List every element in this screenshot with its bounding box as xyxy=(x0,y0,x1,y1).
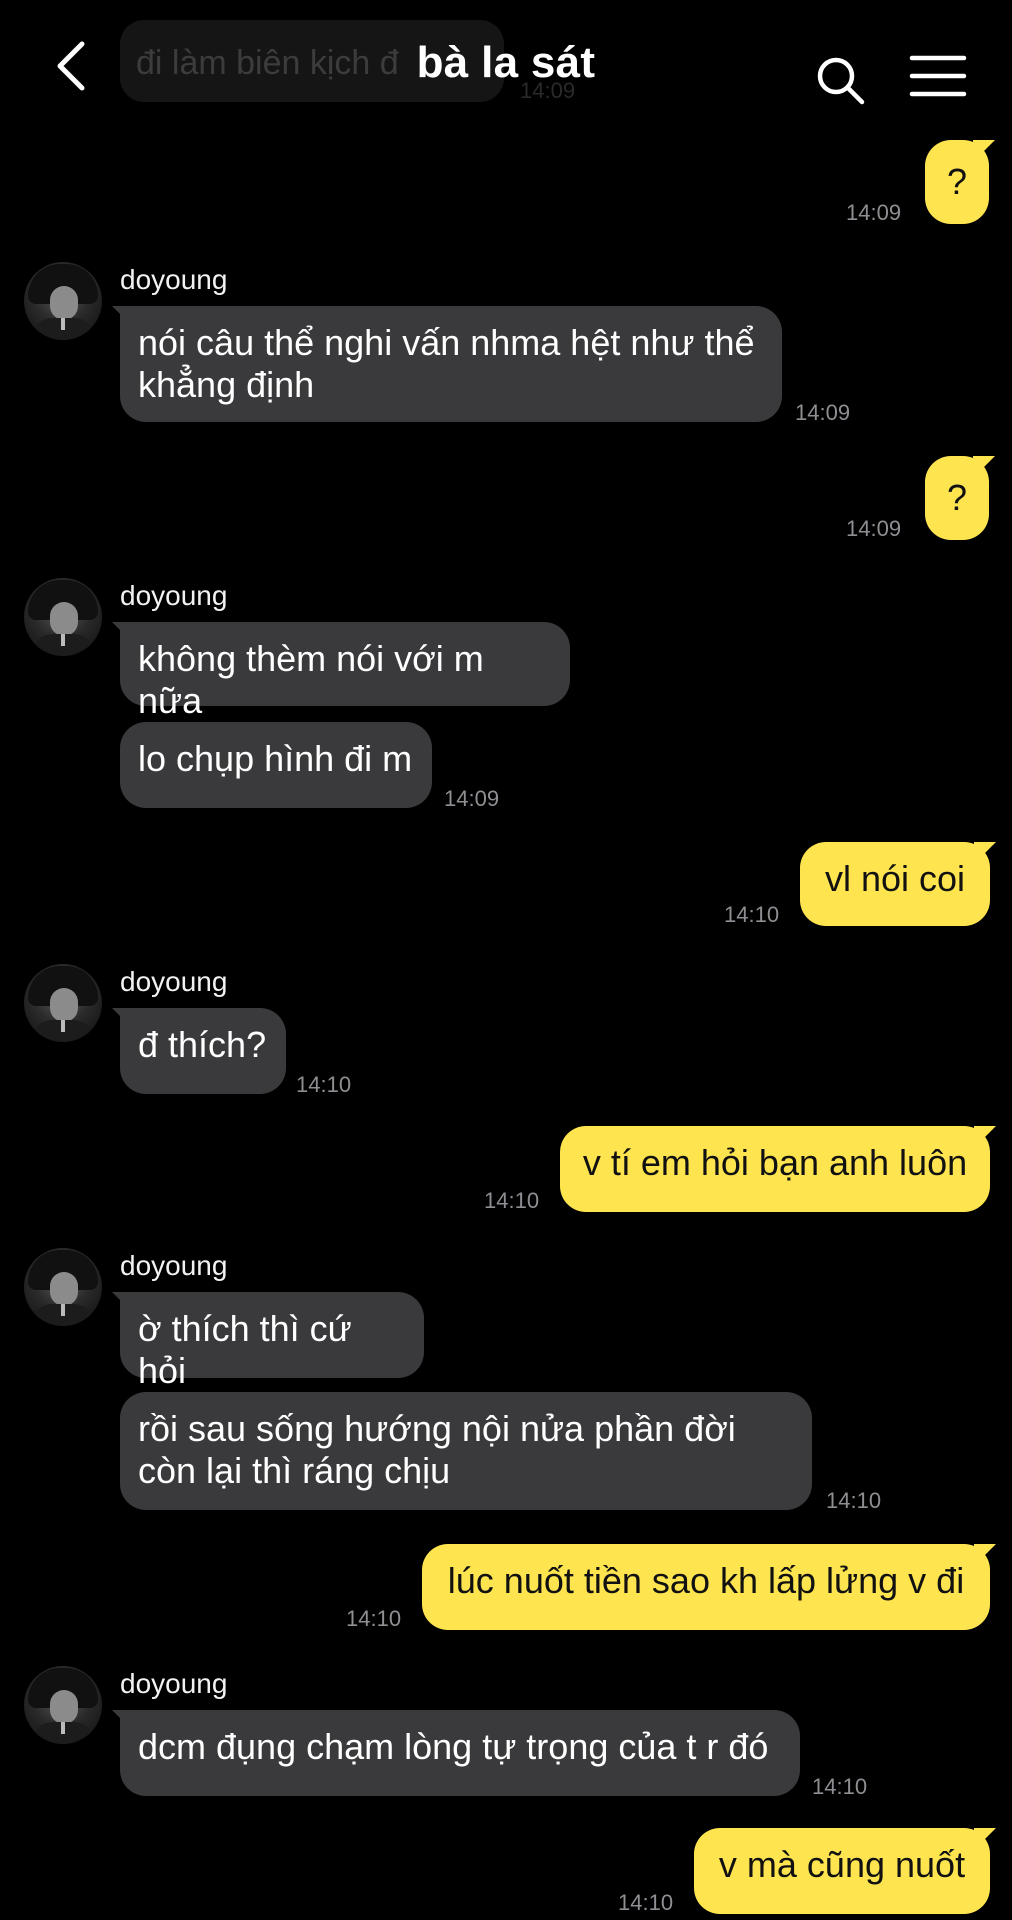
avatar[interactable] xyxy=(24,1248,102,1326)
message-time: 14:10 xyxy=(296,1072,352,1097)
message-time: 14:09 xyxy=(795,400,851,425)
search-icon[interactable] xyxy=(812,52,868,108)
sender-name: doyoung xyxy=(120,1250,228,1281)
avatar[interactable] xyxy=(24,262,102,340)
incoming-message[interactable]: ờ thích thì cứ hỏi xyxy=(120,1292,424,1391)
outgoing-message[interactable]: lúc nuốt tiền sao kh lấp lửng v đi xyxy=(422,1544,990,1630)
chat-header: đi làm biên kịch đ 14:09 bà la sát xyxy=(0,0,1012,130)
outgoing-message[interactable]: vl nói coi xyxy=(800,842,990,926)
incoming-message[interactable]: rồi sau sống hướng nội nửa phần đời còn … xyxy=(120,1392,812,1510)
message-time: 14:10 xyxy=(724,902,780,927)
message-time: 14:09 xyxy=(846,200,902,225)
avatar[interactable] xyxy=(24,1666,102,1744)
incoming-message[interactable]: không thèm nói với m nữa xyxy=(120,622,570,721)
message-time: 14:10 xyxy=(484,1188,540,1213)
incoming-message[interactable]: lo chụp hình đi m xyxy=(120,722,432,808)
message-time: 14:10 xyxy=(826,1488,882,1513)
incoming-message[interactable]: nói câu thể nghi vấn nhma hệt như thể kh… xyxy=(120,306,782,422)
avatar[interactable] xyxy=(24,578,102,656)
sender-name: doyoung xyxy=(120,1668,228,1699)
incoming-message[interactable]: đ thích? xyxy=(120,1008,286,1094)
menu-icon[interactable] xyxy=(908,48,968,104)
avatar[interactable] xyxy=(24,964,102,1042)
message-time: 14:09 xyxy=(444,786,500,811)
outgoing-message[interactable]: v mà cũng nuốt xyxy=(694,1828,990,1914)
outgoing-message[interactable]: ? xyxy=(925,140,989,224)
message-time: 14:10 xyxy=(346,1606,402,1631)
message-time: 14:09 xyxy=(846,516,902,541)
incoming-message[interactable]: dcm đụng chạm lòng tự trọng của t r đó xyxy=(120,1710,800,1796)
sender-name: doyoung xyxy=(120,580,228,611)
message-time: 14:10 xyxy=(618,1890,674,1915)
message-time: 14:10 xyxy=(812,1774,868,1799)
sender-name: doyoung xyxy=(120,966,228,997)
sender-name: doyoung xyxy=(120,264,228,295)
chat-scroll-area[interactable]: ? 14:09 doyoung nói câu thể nghi vấn nhm… xyxy=(0,0,1012,1920)
outgoing-message[interactable]: ? xyxy=(925,456,989,540)
outgoing-message[interactable]: v tí em hỏi bạn anh luôn xyxy=(560,1126,990,1212)
